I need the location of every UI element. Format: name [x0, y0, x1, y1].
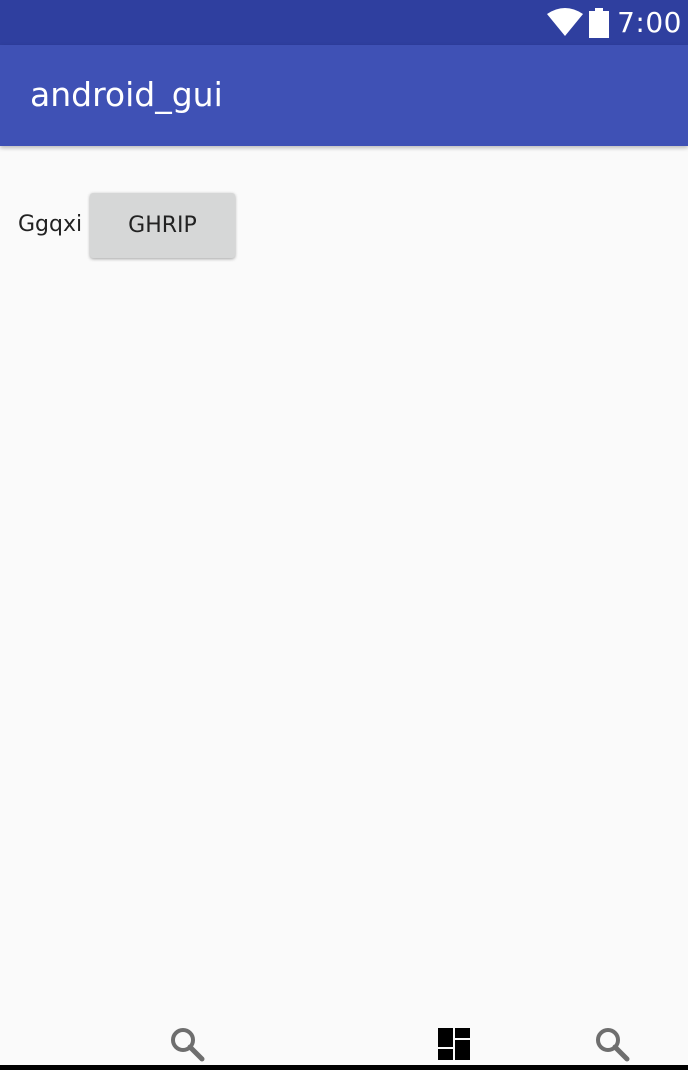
app-bar: android_gui: [0, 45, 688, 146]
nav-dashboard-button[interactable]: [434, 1024, 474, 1064]
status-bar: 7:00: [0, 0, 688, 45]
status-icons: 7:00: [547, 0, 682, 45]
search-icon: [171, 1028, 205, 1062]
nav-bottom-edge: [0, 1065, 688, 1070]
battery-icon: [589, 7, 610, 38]
ghrip-button[interactable]: GHRIP: [90, 193, 235, 258]
main-content: Ggqxi GHRIP: [0, 146, 688, 1036]
app-title: android_gui: [30, 75, 223, 114]
nav-search-button-left[interactable]: [167, 1024, 207, 1064]
search-icon: [596, 1028, 630, 1062]
bottom-nav-bar: [0, 1010, 688, 1070]
text-label: Ggqxi: [18, 212, 83, 237]
dashboard-icon: [438, 1028, 470, 1060]
nav-search-button-right[interactable]: [592, 1024, 632, 1064]
status-time: 7:00: [617, 6, 682, 39]
wifi-icon: [547, 7, 584, 36]
